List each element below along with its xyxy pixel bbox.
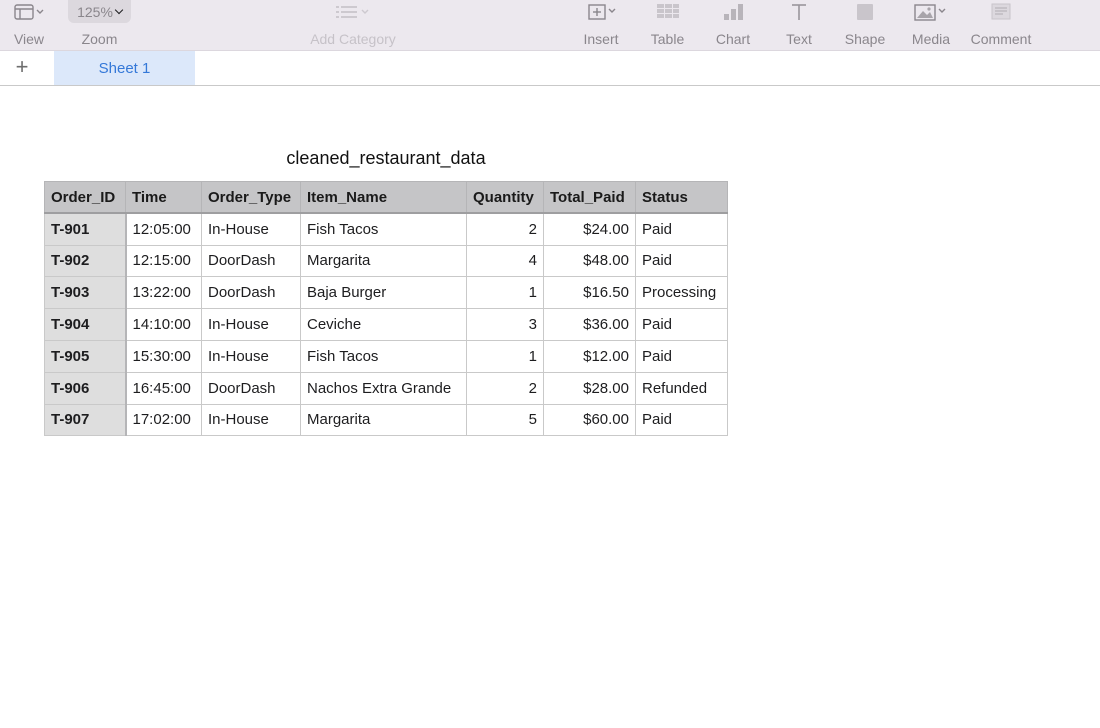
shape-label: Shape [844,31,886,47]
table-cell[interactable]: 12:05:00 [125,212,202,246]
table-icon [645,0,690,24]
comment-label: Comment [970,31,1032,47]
column-header[interactable]: Order_Type [201,181,301,215]
table-label: Table [650,31,685,47]
table-cell[interactable]: T-904 [44,308,127,341]
table-cell[interactable]: T-907 [44,403,127,437]
toolbar: View 125% Zoom Add Category Insert Table… [0,0,1100,51]
table-row: T-907 17:02:00 In-House Margarita 5 $60.… [44,403,728,437]
column-header[interactable]: Order_ID [44,181,126,215]
comment-button[interactable]: Comment [966,0,1036,51]
add-category-label: Add Category [310,31,396,47]
table-cell[interactable]: Paid [635,244,728,278]
table-cell[interactable]: 2 [466,371,544,405]
table-title[interactable]: cleaned_restaurant_data [44,148,728,169]
image-icon [906,0,956,24]
text-button[interactable]: Text [780,0,818,51]
table-cell[interactable]: Ceviche [300,308,467,341]
shape-icon [840,0,890,24]
table-cell[interactable]: Margarita [300,403,467,437]
table-cell[interactable]: T-906 [44,371,127,405]
text-icon [780,0,818,24]
table-cell[interactable]: DoorDash [201,276,301,310]
chart-label: Chart [715,31,751,47]
table-cell[interactable]: $12.00 [543,339,636,373]
view-label: View [13,31,45,47]
table-cell[interactable]: T-901 [44,212,127,246]
table-cell[interactable]: Nachos Extra Grande [300,371,467,405]
add-category-button: Add Category [300,0,406,51]
table-cell[interactable]: In-House [201,403,301,437]
table-header-row: Order_ID Time Order_Type Item_Name Quant… [44,181,728,215]
table-row: T-905 15:30:00 In-House Fish Tacos 1 $12… [44,339,728,373]
zoom-button[interactable]: Zoom [68,0,131,51]
table-cell[interactable]: Fish Tacos [300,339,467,373]
table-cell[interactable]: Fish Tacos [300,212,467,246]
table-cell[interactable]: 15:30:00 [125,339,202,373]
view-button[interactable]: View [8,0,50,51]
table-cell[interactable]: Paid [635,212,728,246]
table-cell[interactable]: 14:10:00 [125,308,202,341]
shape-button[interactable]: Shape [840,0,890,51]
table-cell[interactable]: In-House [201,212,301,246]
table-cell[interactable]: Paid [635,403,728,437]
insert-label: Insert [583,31,619,47]
table-cell[interactable]: 16:45:00 [125,371,202,405]
table-cell[interactable]: $16.50 [543,276,636,310]
table-cell[interactable]: 1 [466,276,544,310]
table-cell[interactable]: T-902 [44,244,127,278]
table-row: T-903 13:22:00 DoorDash Baja Burger 1 $1… [44,276,728,310]
chart-button[interactable]: Chart [710,0,756,51]
table-cell[interactable]: Processing [635,276,728,310]
table-cell[interactable]: 12:15:00 [125,244,202,278]
column-header[interactable]: Total_Paid [543,181,636,215]
table-cell[interactable]: Baja Burger [300,276,467,310]
table-cell[interactable]: 5 [466,403,544,437]
table-row: T-906 16:45:00 DoorDash Nachos Extra Gra… [44,371,728,405]
table-cell[interactable]: DoorDash [201,244,301,278]
media-label: Media [911,31,951,47]
column-header[interactable]: Item_Name [300,181,467,215]
tab-sheet-1[interactable]: Sheet 1 [54,51,195,85]
table-cell[interactable]: In-House [201,339,301,373]
insert-icon [578,0,624,24]
table-cell[interactable]: $48.00 [543,244,636,278]
table-cell[interactable]: 13:22:00 [125,276,202,310]
table-cell[interactable]: Paid [635,339,728,373]
table-cell[interactable]: $28.00 [543,371,636,405]
table-row: T-904 14:10:00 In-House Ceviche 3 $36.00… [44,308,728,341]
sidebar-view-icon [8,0,50,24]
insert-button[interactable]: Insert [578,0,624,51]
table-cell[interactable]: Refunded [635,371,728,405]
table-cell[interactable]: Paid [635,308,728,341]
table-cell[interactable]: Margarita [300,244,467,278]
table-cell[interactable]: T-905 [44,339,127,373]
sheet-tab-bar: + Sheet 1 [0,51,1100,86]
media-button[interactable]: Media [906,0,956,51]
list-icon [300,0,406,24]
table-button[interactable]: Table [645,0,690,51]
table-cell[interactable]: 17:02:00 [125,403,202,437]
column-header[interactable]: Status [635,181,728,215]
data-table: Order_ID Time Order_Type Item_Name Quant… [44,181,728,437]
table-cell[interactable]: 1 [466,339,544,373]
zoom-label: Zoom [81,31,118,47]
table-cell[interactable]: T-903 [44,276,127,310]
table-cell[interactable]: $60.00 [543,403,636,437]
column-header[interactable]: Time [125,181,202,215]
text-label: Text [786,31,812,47]
table-cell[interactable]: $24.00 [543,212,636,246]
bar-chart-icon [710,0,756,24]
comment-icon [966,0,1036,24]
table-row: T-901 12:05:00 In-House Fish Tacos 2 $24… [44,212,728,246]
table-cell[interactable]: In-House [201,308,301,341]
table-cell[interactable]: 4 [466,244,544,278]
table-cell[interactable]: 3 [466,308,544,341]
column-header[interactable]: Quantity [466,181,544,215]
table-row: T-902 12:15:00 DoorDash Margarita 4 $48.… [44,244,728,278]
table-cell[interactable]: DoorDash [201,371,301,405]
plus-icon[interactable]: + [10,56,34,78]
table-cell[interactable]: $36.00 [543,308,636,341]
table-cell[interactable]: 2 [466,212,544,246]
